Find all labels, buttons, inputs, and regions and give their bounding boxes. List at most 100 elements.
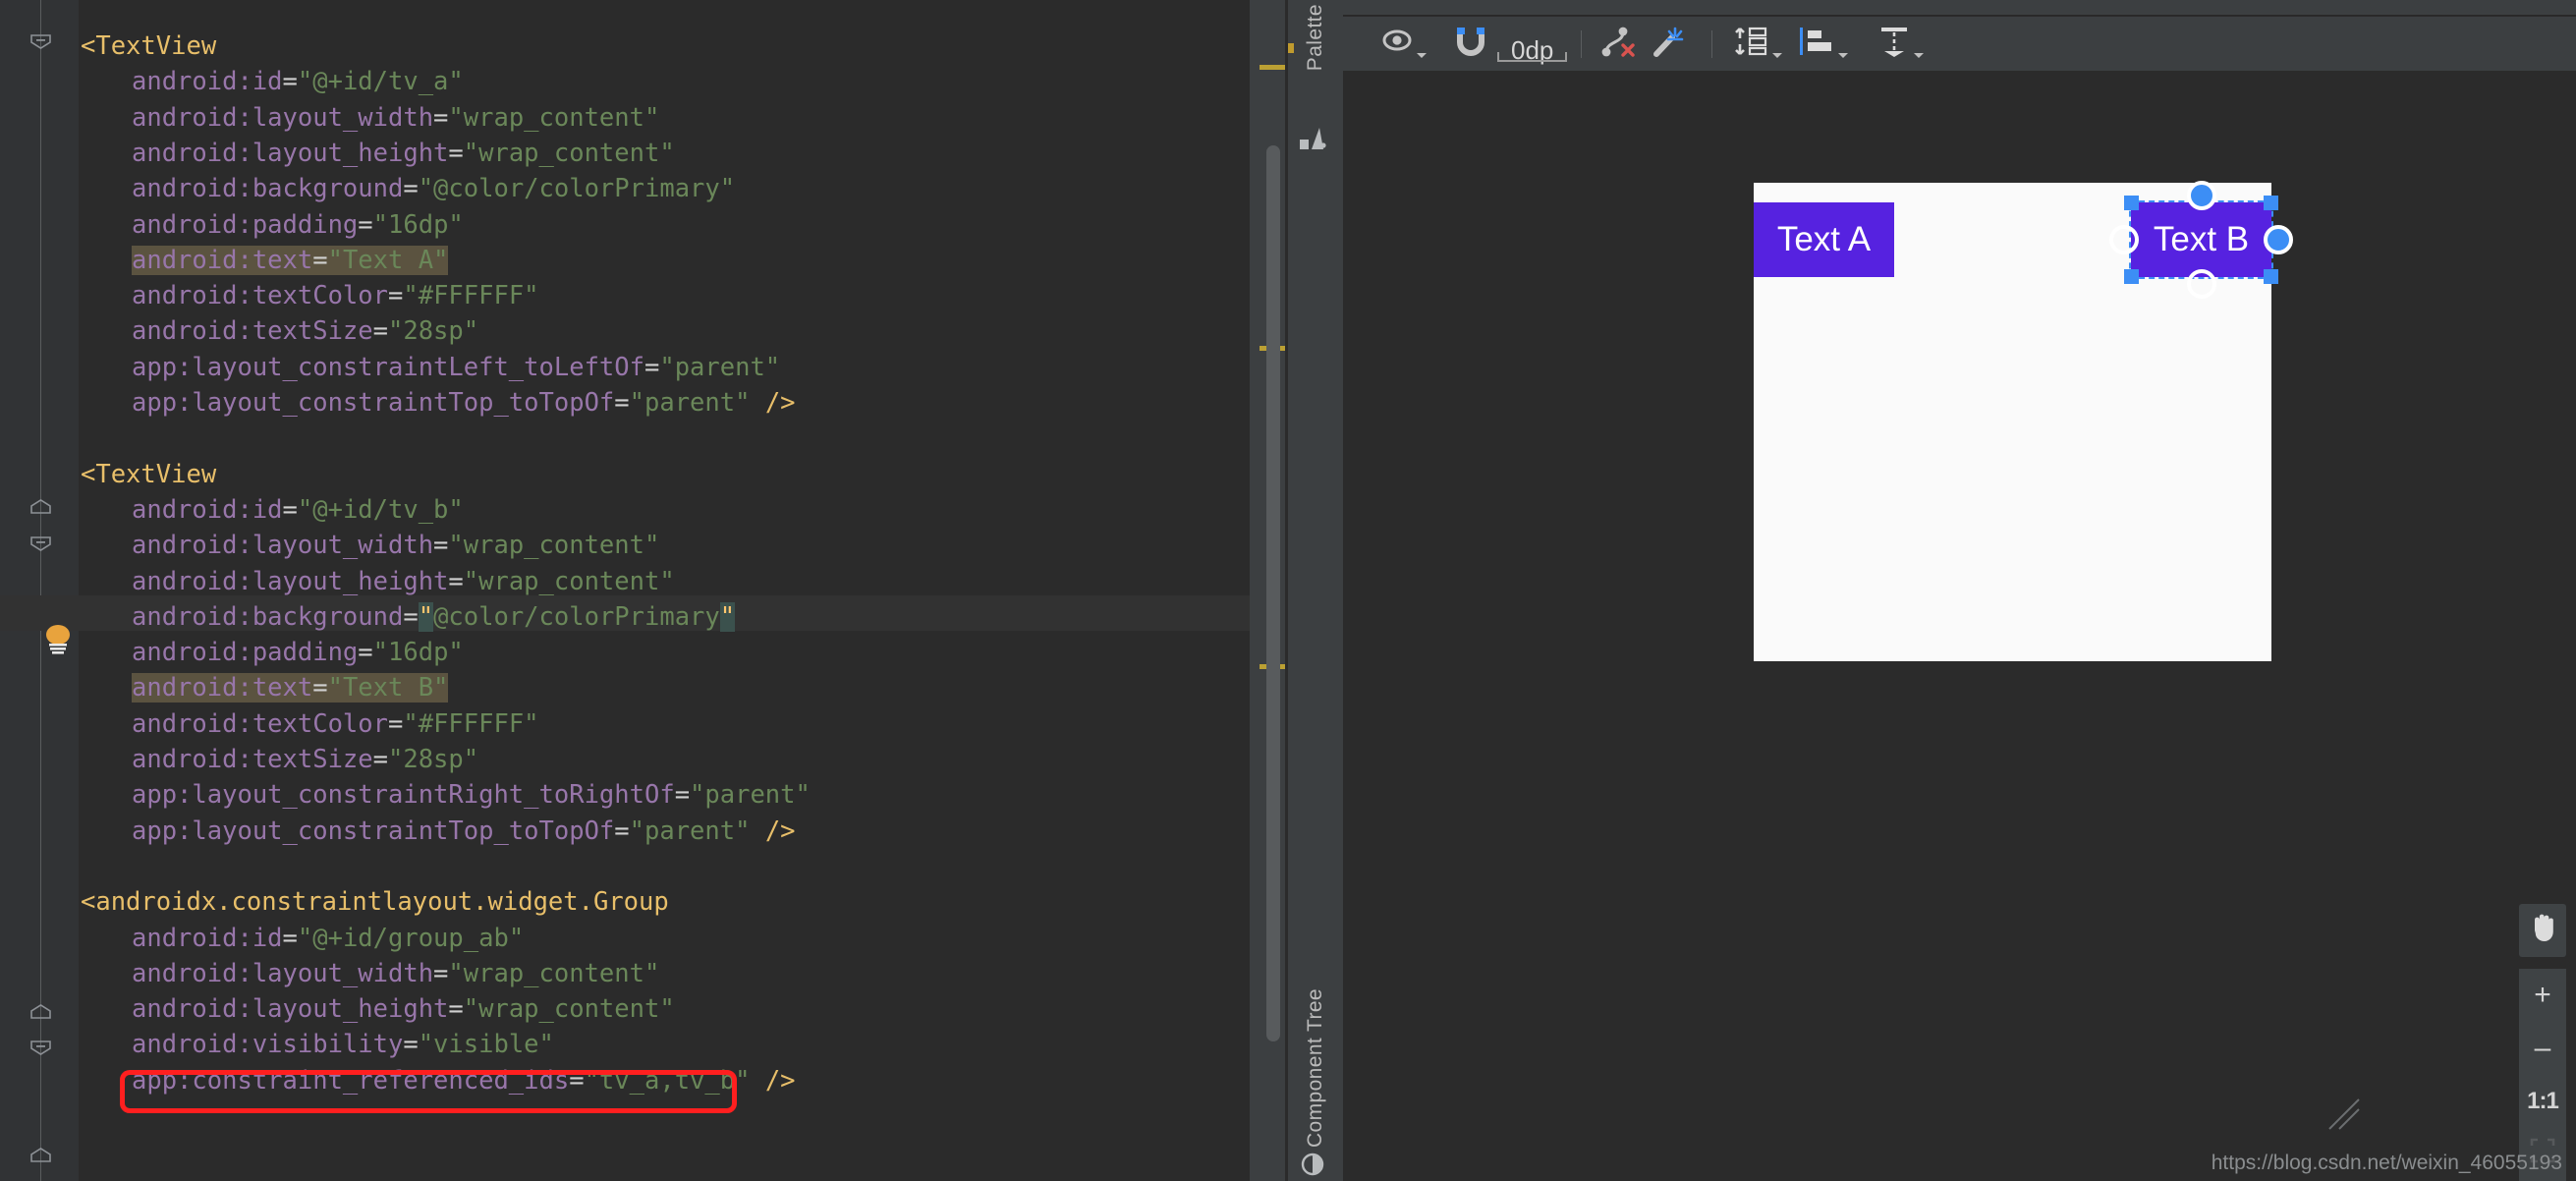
code-line[interactable]: android:textColor="#FFFFFF" [81,706,539,742]
code-line[interactable]: android:layout_width="wrap_content" [81,956,659,991]
device-preview-canvas[interactable]: Text A Text B [1754,181,2293,661]
warning-marker[interactable] [1260,65,1286,70]
code-token: "wrap_content" [463,138,675,168]
code-token: = [403,601,419,632]
code-token: /> [764,815,796,846]
pan-hand-button[interactable] [2519,904,2566,957]
code-token: "parent" [659,352,781,382]
code-token: android:background [132,174,404,204]
zoom-controls[interactable]: + – 1:1 [2519,904,2566,1181]
code-token: = [448,994,464,1025]
code-token: "parent" [629,388,751,418]
tool-tab-component-tree-label: Component Tree [1304,988,1326,1149]
clear-constraints-button[interactable] [1596,23,1643,66]
code-token: android:visibility [132,1030,404,1060]
code-token: android:layout_height [132,138,449,168]
code-token: = [282,67,298,97]
autoconnect-button[interactable] [1448,23,1493,66]
resize-handle-bottom-right[interactable] [2264,269,2278,284]
constraint-anchor-top[interactable] [2186,181,2216,210]
chevron-down-icon [1772,52,1783,58]
constraint-anchor-left[interactable] [2109,225,2139,254]
constraint-anchor-bottom[interactable] [2186,269,2216,299]
code-line[interactable]: <TextView [81,28,216,64]
chevron-down-icon [1838,52,1849,58]
code-token: "#FFFFFF" [403,708,539,739]
palette-tab-accent [1288,43,1294,53]
design-toolbar[interactable]: 0dp [1343,17,2576,71]
resize-handle-bottom-left[interactable] [2124,269,2139,284]
code-line[interactable]: app:layout_constraintRight_toRightOf="pa… [81,777,811,813]
resize-handle-top-right[interactable] [2264,196,2278,210]
code-token: = [403,174,419,204]
code-line[interactable]: android:visibility="visible" [81,1027,554,1062]
code-line[interactable]: android:background="@color/colorPrimary" [81,599,736,635]
code-line[interactable]: android:id="@+id/tv_a" [81,64,464,99]
zoom-in-button[interactable]: + [2519,969,2566,1022]
code-line[interactable]: android:layout_height="wrap_content" [81,991,675,1027]
code-line[interactable]: android:background="@color/colorPrimary" [81,171,735,206]
code-token: = [433,102,449,133]
chevron-down-icon [1914,52,1925,58]
design-surface[interactable]: 0dp Text A Text B + – 1:1 https://blog.c… [1343,0,2576,1181]
default-margin-field[interactable]: 0dp [1497,23,1568,66]
constraint-anchor-right[interactable] [2264,225,2293,254]
code-token: "@color/colorPrimary" [418,174,736,204]
palette-icon [1300,126,1327,157]
code-line[interactable]: <androidx.constraintlayout.widget.Group [81,884,669,920]
code-token: android:layout_height [132,994,449,1025]
code-line[interactable]: app:layout_constraintTop_toTopOf="parent… [81,814,796,849]
toolbar-separator [1581,29,1583,58]
actual-size-button[interactable]: 1:1 [2519,1075,2566,1128]
code-line[interactable]: android:text="Text A" [81,243,449,278]
code-line[interactable]: android:layout_height="wrap_content" [81,136,675,171]
xml-code-editor[interactable]: <TextView android:id="@+id/tv_a" android:l… [0,0,1288,1181]
widget-tv-a[interactable]: Text A [1754,202,1894,277]
code-line[interactable]: android:padding="16dp" [81,207,464,243]
infer-constraints-button[interactable] [1647,23,1694,66]
code-line[interactable]: android:id="@+id/group_ab" [81,921,524,956]
code-line[interactable]: android:textSize="28sp" [81,742,478,777]
actual-size-label: 1:1 [2527,1088,2559,1114]
code-token: " [418,601,434,632]
pack-button[interactable] [1726,23,1788,66]
margin-bracket-icon [1497,51,1568,62]
code-line[interactable]: android:id="@+id/tv_b" [81,492,464,528]
code-line[interactable]: android:layout_width="wrap_content" [81,528,659,563]
code-line[interactable]: android:padding="16dp" [81,635,464,670]
code-content[interactable]: <TextView android:id="@+id/tv_a" android:l… [0,0,1288,1181]
code-token: /> [764,1065,796,1096]
code-token: "@+id/group_ab" [297,923,525,953]
code-line[interactable]: <TextView [81,457,216,492]
view-options-button[interactable] [1374,23,1432,66]
resize-handle-top-left[interactable] [2124,196,2139,210]
widget-tv-a-label: Text A [1776,220,1872,258]
guidelines-button[interactable] [1872,23,1930,66]
canvas-resize-handle[interactable] [2325,1096,2365,1135]
code-line[interactable]: app:constraint_referenced_ids="tv_a,tv_b… [81,1063,796,1098]
editor-vertical-scrollbar[interactable] [1266,145,1280,1041]
code-line[interactable]: app:layout_constraintTop_toTopOf="parent… [81,385,796,421]
code-token: "parent" [629,815,751,846]
align-button[interactable] [1792,23,1854,66]
tool-tab-palette[interactable]: Palette [1288,0,1343,177]
code-token: android:layout_width [132,531,434,561]
code-line[interactable]: android:layout_height="wrap_content" [81,564,675,599]
code-line[interactable]: android:textColor="#FFFFFF" [81,278,539,313]
pack-icon [1732,26,1769,62]
code-token: "wrap_content" [448,531,660,561]
code-line[interactable]: android:text="Text B" [81,670,449,705]
code-line[interactable]: app:layout_constraintLeft_toLeftOf="pare… [81,350,780,385]
tool-tab-component-tree[interactable]: Component Tree [1288,983,1343,1179]
zoom-out-button[interactable]: – [2519,1022,2566,1075]
code-token: = [448,566,464,596]
widget-tv-b[interactable]: Text B [2109,181,2293,299]
code-token: = [372,316,388,347]
code-line[interactable]: android:layout_width="wrap_content" [81,100,659,136]
lightbulb-intention-icon[interactable] [43,623,73,656]
code-token: android:layout_width [132,102,434,133]
code-token: = [312,673,328,703]
code-line[interactable]: android:textSize="28sp" [81,313,478,349]
code-token: = [674,780,691,811]
code-token: app:layout_constraintTop_toTopOf [132,388,615,418]
